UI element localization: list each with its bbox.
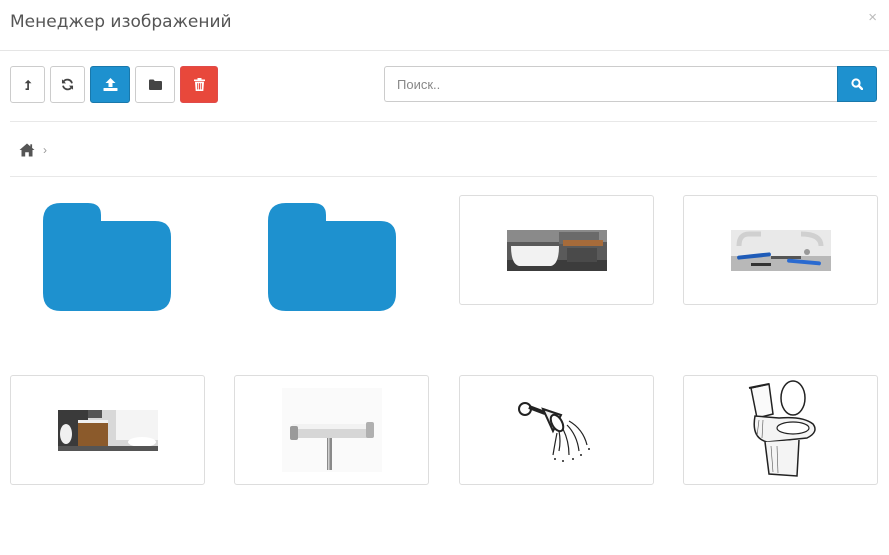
image-thumbnail[interactable] <box>10 375 205 485</box>
search-group <box>384 66 877 102</box>
home-icon[interactable] <box>19 143 35 157</box>
plumbing-tools-image <box>730 229 831 271</box>
modal-title: Менеджер изображений <box>10 12 232 32</box>
image-thumbnail[interactable] <box>234 375 429 485</box>
delete-button[interactable] <box>180 66 218 103</box>
folder-icon <box>148 79 162 90</box>
toolbar <box>10 66 218 103</box>
folder-item[interactable] <box>43 203 171 311</box>
modal-header: Менеджер изображений × <box>0 0 889 51</box>
search-input[interactable] <box>384 66 837 102</box>
refresh-icon <box>61 78 74 91</box>
divider <box>10 176 877 177</box>
upload-icon <box>103 78 117 91</box>
folder-icon <box>43 203 171 311</box>
folder-item[interactable] <box>268 203 396 311</box>
shower-head-image <box>517 402 590 462</box>
bathroom-interior-image <box>57 409 158 451</box>
breadcrumb-separator: › <box>43 143 47 157</box>
image-thumbnail[interactable] <box>459 195 654 305</box>
breadcrumb: › <box>19 141 47 159</box>
toilet-image <box>748 380 816 477</box>
image-thumbnail[interactable] <box>683 195 878 305</box>
refresh-button[interactable] <box>50 66 85 103</box>
search-icon <box>851 78 863 90</box>
folder-icon <box>268 203 396 311</box>
new-folder-button[interactable] <box>135 66 175 103</box>
level-up-icon <box>24 79 31 90</box>
trash-icon <box>193 78 205 91</box>
parent-directory-button[interactable] <box>10 66 45 103</box>
image-thumbnail[interactable] <box>683 375 878 485</box>
upload-button[interactable] <box>90 66 130 103</box>
close-button[interactable]: × <box>868 10 877 25</box>
divider <box>10 121 877 122</box>
bathtub-image <box>506 229 607 271</box>
shower-thermostat-image <box>281 388 382 472</box>
image-thumbnail[interactable] <box>459 375 654 485</box>
search-button[interactable] <box>837 66 877 102</box>
